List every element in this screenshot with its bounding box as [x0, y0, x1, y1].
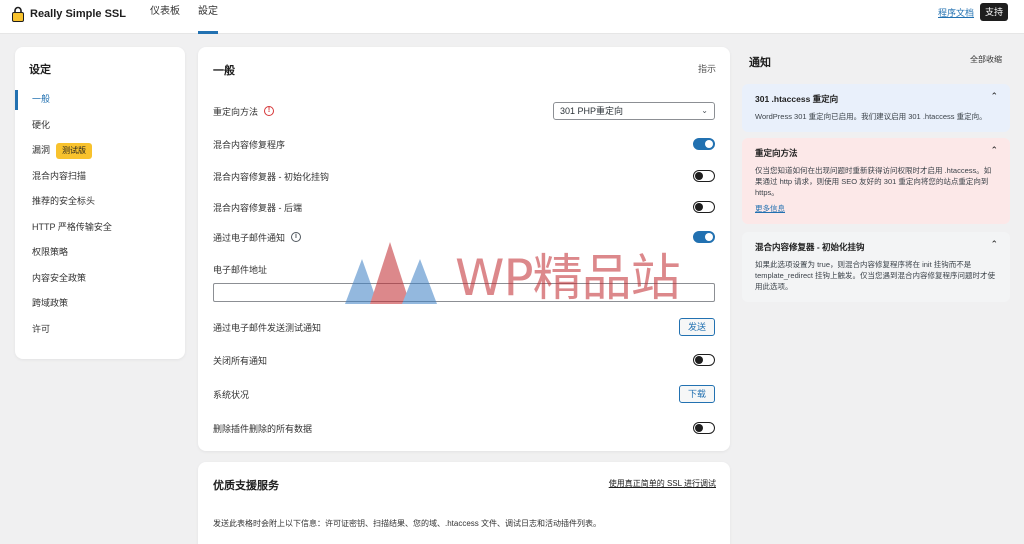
app-name: Really Simple SSL — [30, 8, 126, 20]
disable-notices-toggle[interactable] — [693, 354, 715, 366]
delete-data-label: 删除插件删除的所有数据 — [213, 423, 313, 434]
sidebar-title: 设定 — [29, 64, 51, 76]
email-notify-toggle[interactable] — [693, 231, 715, 243]
support-button[interactable]: 支持 — [980, 3, 1008, 21]
email-notify-label: 通过电子邮件通知 — [213, 232, 286, 243]
notification-htaccess: ⌃ 301 .htaccess 重定向 WordPress 301 重定向已启用… — [742, 84, 1010, 132]
premium-title: 优质支援服务 — [213, 480, 279, 492]
top-bar: Really Simple SSL 仪表板 設定 程序文档 支持 — [0, 0, 1024, 34]
notification-title: 混合内容修复器 - 初始化挂钩 — [755, 242, 865, 252]
redirect-method-row: 重定向方法! 301 PHP重定向 ⌄ — [213, 100, 715, 122]
notification-redirect: ⌃ 重定向方法 仅当您知道如何在出现问题时重新获得访问权限时才启用 .htacc… — [742, 138, 1010, 224]
menu-item-hsts[interactable]: HTTP 严格传输安全 — [15, 215, 185, 241]
system-status-label: 系统状况 — [213, 389, 250, 400]
menu-item-label: 推荐的安全标头 — [32, 196, 96, 206]
menu-item-permissions-policy[interactable]: 权限策略 — [15, 240, 185, 266]
lock-logo-icon — [12, 6, 24, 22]
mixed-fixer-label: 混合内容修复程序 — [213, 139, 286, 150]
more-info-link[interactable]: 更多信息 — [755, 203, 997, 214]
menu-item-label: 硬化 — [32, 119, 51, 130]
menu-item-label: 权限策略 — [32, 247, 69, 257]
brand[interactable]: Really Simple SSL — [12, 6, 126, 22]
disable-notices-row: 关闭所有通知 — [213, 349, 715, 371]
nav-settings[interactable]: 設定 — [198, 0, 218, 34]
system-status-row: 系统状况 下载 — [213, 383, 715, 405]
mixed-fixer-back-toggle[interactable] — [693, 201, 715, 213]
disable-notices-label: 关闭所有通知 — [213, 355, 268, 366]
general-title: 一般 — [213, 65, 235, 77]
menu-item-label: 内容安全政策 — [32, 272, 87, 283]
menu-item-label: 混合内容扫描 — [32, 170, 87, 181]
mixed-fixer-row: 混合内容修复程序 — [213, 133, 715, 155]
mixed-fixer-back-label: 混合内容修复器 - 后端 — [213, 202, 302, 213]
download-button[interactable]: 下载 — [678, 385, 715, 403]
notification-body: WordPress 301 重定向已启用。我们建议启用 301 .htacces… — [755, 112, 987, 121]
top-nav: 仪表板 設定 — [150, 0, 218, 34]
nav-dashboard[interactable]: 仪表板 — [150, 0, 180, 34]
menu-item-security-headers[interactable]: 推荐的安全标头 — [15, 189, 185, 215]
chevron-up-icon[interactable]: ⌃ — [990, 91, 998, 102]
menu-item-hardening[interactable]: 硬化 — [15, 113, 185, 139]
premium-support-card: 优质支援服务 使用真正简单的 SSL 进行调试 发送此表格时会附上以下信息：许可… — [198, 462, 730, 544]
premium-description: 发送此表格时会附上以下信息：许可证密钥、扫描结果、您的域、.htaccess 文… — [213, 519, 602, 528]
menu-item-license[interactable]: 许可 — [15, 317, 185, 343]
general-settings-card: 一般 指示 重定向方法! 301 PHP重定向 ⌄ 混合内容修复程序 混合内容修复… — [198, 47, 730, 451]
redirect-method-value: 301 PHP重定向 — [560, 106, 624, 116]
menu-item-csp[interactable]: 内容安全政策 — [15, 266, 185, 292]
info-icon: i — [291, 232, 302, 242]
beta-badge: 测试版 — [56, 142, 93, 159]
redirect-method-label: 重定向方法 — [213, 106, 259, 117]
warning-icon: ! — [264, 106, 275, 116]
email-notify-row: 通过电子邮件通知 i — [213, 226, 715, 248]
email-test-label: 通过电子邮件发送测试通知 — [213, 322, 322, 333]
settings-menu: 一般 硬化 漏洞 测试版 混合内容扫描 推荐的安全标头 HTTP 严格传输安全 权… — [15, 87, 185, 342]
chevron-down-icon: ⌄ — [701, 106, 708, 115]
delete-data-row: 删除插件删除的所有数据 — [213, 417, 715, 439]
settings-sidebar: 设定 一般 硬化 漏洞 测试版 混合内容扫描 推荐的安全标头 HTTP 严格传输安… — [15, 47, 185, 359]
delete-data-toggle[interactable] — [693, 422, 715, 434]
notification-title: 301 .htaccess 重定向 — [755, 94, 839, 104]
email-address-input[interactable] — [213, 283, 715, 302]
mixed-fixer-init-toggle[interactable] — [693, 170, 715, 182]
menu-item-label: 许可 — [32, 323, 51, 334]
redirect-method-select[interactable]: 301 PHP重定向 ⌄ — [553, 102, 715, 120]
notification-body: 如果此选项设置为 true，则混合内容修复程序将在 init 挂钩而不是 tem… — [755, 260, 996, 291]
email-address-block: 电子邮件地址 — [213, 263, 715, 302]
chevron-up-icon[interactable]: ⌃ — [990, 145, 998, 156]
menu-item-general[interactable]: 一般 — [15, 87, 185, 113]
mixed-fixer-back-row: 混合内容修复器 - 后端 — [213, 196, 715, 218]
mixed-fixer-init-row: 混合内容修复器 - 初始化挂钩 — [213, 165, 715, 187]
notifications-title: 通知 — [749, 57, 771, 69]
collapse-all-button[interactable]: 全部收缩 — [970, 54, 1002, 65]
menu-item-mixed-content-scan[interactable]: 混合内容扫描 — [15, 164, 185, 190]
notification-body: 仅当您知道如何在出现问题时重新获得访问权限时才启用 .htaccess。如果通过… — [755, 166, 992, 197]
notification-mixed-init: ⌃ 混合内容修复器 - 初始化挂钩 如果此选项设置为 true，则混合内容修复程… — [742, 232, 1010, 302]
notification-title: 重定向方法 — [755, 148, 798, 158]
menu-item-label: HTTP 严格传输安全 — [32, 221, 112, 232]
menu-item-vulnerabilities[interactable]: 漏洞 测试版 — [15, 138, 185, 164]
documentation-link[interactable]: 程序文档 — [938, 6, 974, 19]
menu-item-label: 漏洞 — [32, 145, 51, 155]
email-address-label: 电子邮件地址 — [213, 265, 268, 275]
chevron-up-icon[interactable]: ⌃ — [990, 239, 998, 250]
mixed-fixer-toggle[interactable] — [693, 138, 715, 150]
menu-item-cross-origin[interactable]: 跨域政策 — [15, 291, 185, 317]
instructions-link[interactable]: 指示 — [698, 62, 716, 75]
email-test-row: 通过电子邮件发送测试通知 发送 — [213, 316, 715, 338]
menu-item-label: 跨域政策 — [32, 298, 69, 308]
send-button[interactable]: 发送 — [678, 318, 715, 336]
menu-item-label: 一般 — [32, 94, 51, 104]
mixed-fixer-init-label: 混合内容修复器 - 初始化挂钩 — [213, 171, 329, 182]
debug-link[interactable]: 使用真正简单的 SSL 进行调试 — [609, 478, 716, 489]
